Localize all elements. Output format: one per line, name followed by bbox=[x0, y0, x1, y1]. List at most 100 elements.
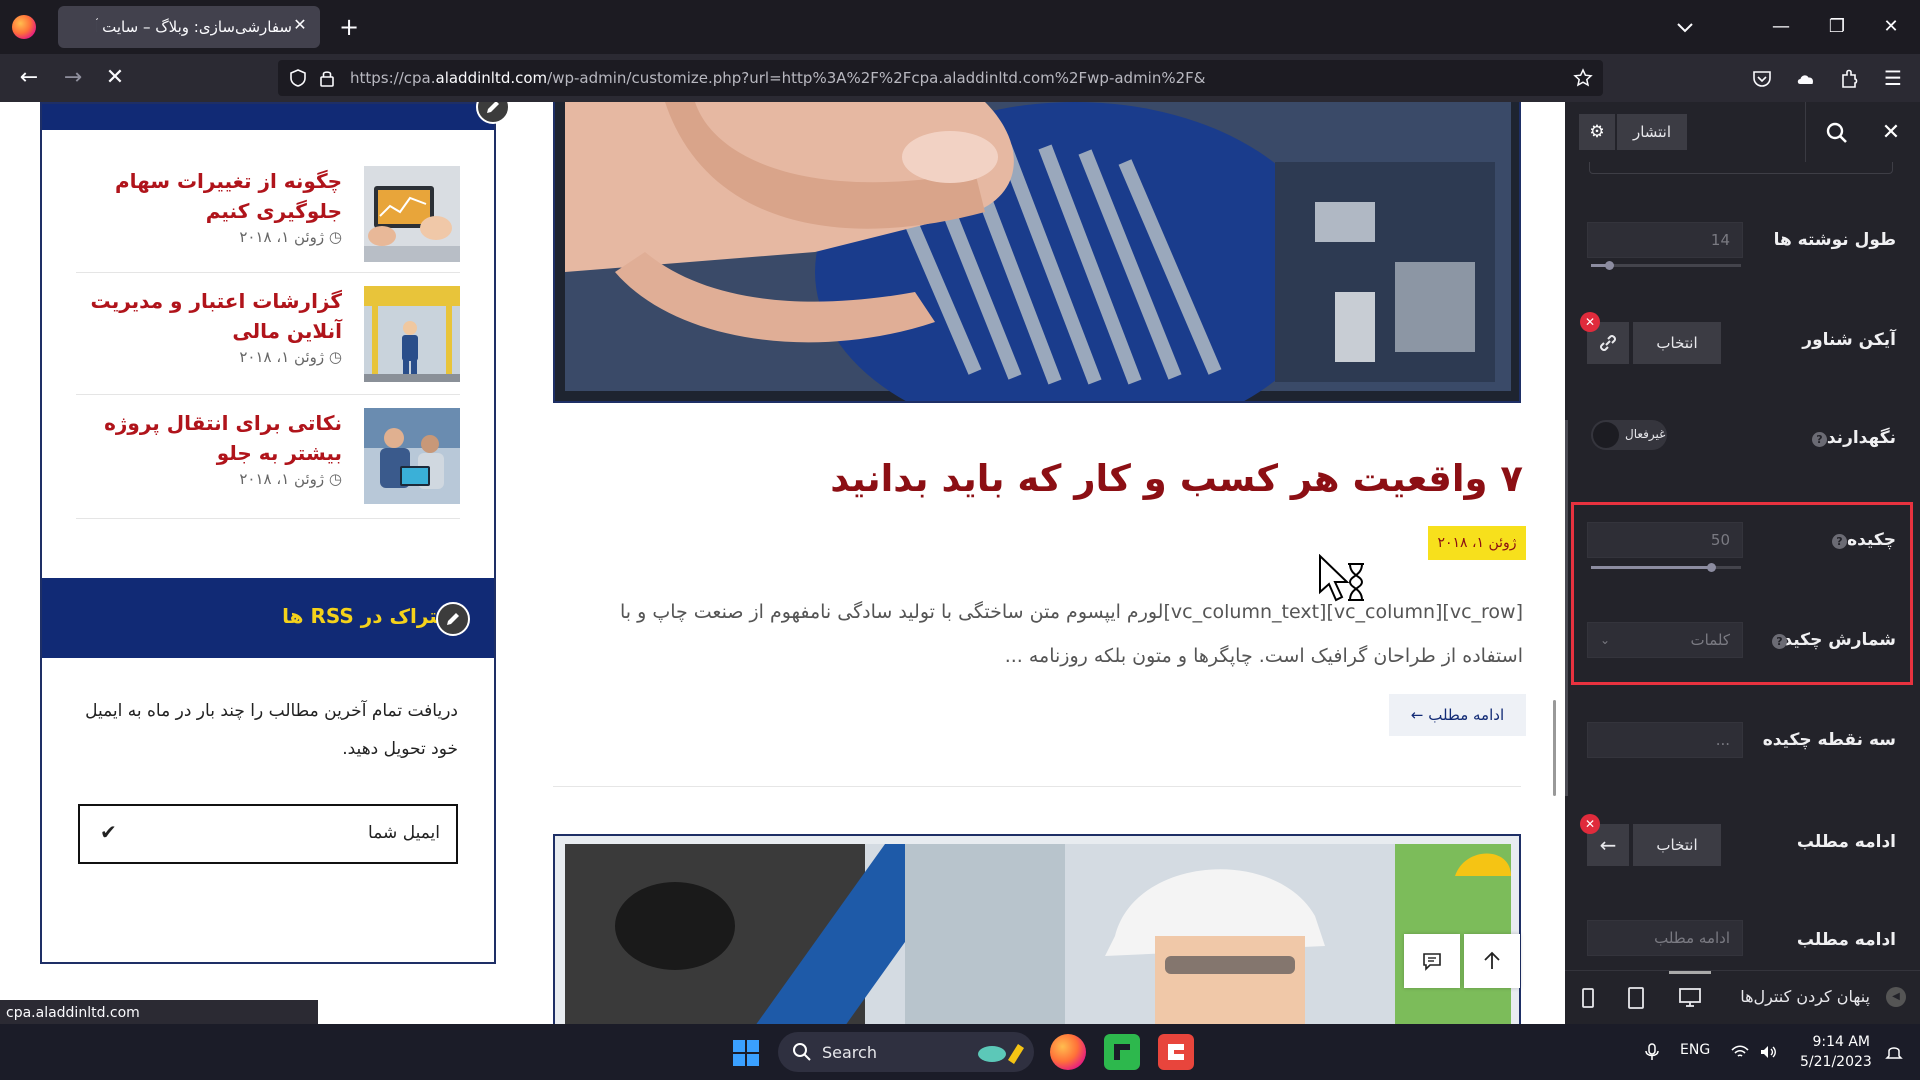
article-title[interactable]: ۷ واقعیت هر کسب و کار که باید بدانید bbox=[623, 457, 1523, 500]
notification-bell-icon[interactable] bbox=[1884, 1042, 1904, 1062]
panel-scrollbar[interactable] bbox=[1565, 420, 1568, 796]
publish-button[interactable]: انتشار bbox=[1617, 114, 1687, 150]
forward-arrow-icon[interactable]: → bbox=[58, 63, 88, 93]
restore-icon[interactable]: ❐ bbox=[1822, 12, 1852, 42]
float-icon-label: آیکن شناور bbox=[1802, 330, 1896, 350]
excerpt-length-slider[interactable] bbox=[1591, 261, 1741, 270]
article-excerpt: [vc_row][vc_column][vc_column_text]لورم … bbox=[619, 601, 1523, 667]
back-to-top-icon[interactable] bbox=[1464, 934, 1520, 988]
taskbar-search[interactable]: Search bbox=[778, 1032, 1034, 1072]
sticky-toggle[interactable]: غیرفعال bbox=[1591, 420, 1667, 450]
windows-start-icon[interactable] bbox=[732, 1039, 760, 1067]
minimize-icon[interactable]: — bbox=[1766, 12, 1796, 42]
firefox-logo-icon[interactable] bbox=[12, 15, 36, 39]
email-placeholder: ایمیل شما bbox=[368, 823, 440, 843]
close-customizer-icon[interactable]: ✕ bbox=[1878, 120, 1904, 146]
app-red-taskbar-icon[interactable] bbox=[1158, 1034, 1194, 1070]
post-date: ◷ ژوئن ۱، ۲۰۱۸ bbox=[239, 228, 342, 246]
divider bbox=[76, 518, 460, 519]
section-edge bbox=[1589, 162, 1893, 174]
wifi-icon[interactable] bbox=[1730, 1042, 1750, 1062]
microphone-icon[interactable] bbox=[1642, 1042, 1662, 1062]
lock-icon[interactable] bbox=[318, 68, 336, 88]
mobile-preview-icon[interactable] bbox=[1575, 985, 1601, 1011]
featured-image[interactable] bbox=[553, 102, 1521, 403]
email-field[interactable]: ایمیل شما ✔ bbox=[78, 804, 458, 864]
firefox-taskbar-icon[interactable] bbox=[1050, 1034, 1086, 1070]
remove-icon[interactable]: ✕ bbox=[1580, 814, 1600, 834]
rss-description: دریافت تمام آخرین مطالب را چند بار در ما… bbox=[85, 701, 458, 759]
divider bbox=[76, 394, 460, 395]
status-link-tooltip: cpa.aladdinltd.com bbox=[0, 1000, 318, 1026]
shield-icon[interactable] bbox=[288, 68, 308, 88]
collapse-icon[interactable]: ◀ bbox=[1886, 987, 1906, 1007]
check-icon[interactable]: ✔ bbox=[100, 820, 117, 844]
taskbar: Search ENG 9:14 AM 5/21/2023 bbox=[0, 1024, 1920, 1080]
divider bbox=[1805, 102, 1806, 162]
bookmark-star-icon[interactable] bbox=[1573, 68, 1593, 88]
clock[interactable]: 9:14 AM 5/21/2023 bbox=[1800, 1032, 1872, 1072]
post-date: ◷ ژوئن ۱، ۲۰۱۸ bbox=[239, 470, 342, 488]
ellipsis-input[interactable]: ... bbox=[1587, 722, 1743, 758]
rss-widget-header: اشتراک در RSS ها bbox=[42, 578, 494, 658]
search-icon[interactable] bbox=[1824, 120, 1850, 146]
active-device-indicator bbox=[1669, 971, 1711, 974]
post-title[interactable]: نکاتی برای انتقال پروژه بیشتر به جلو bbox=[72, 408, 342, 468]
customizer-footer: ◀ پنهان کردن کنترل‌ها bbox=[1565, 970, 1920, 1024]
hamburger-menu-icon[interactable]: ☰ bbox=[1878, 63, 1908, 93]
gear-icon[interactable]: ⚙ bbox=[1579, 114, 1615, 150]
search-highlight-icon bbox=[978, 1044, 1024, 1064]
edit-pencil-icon[interactable] bbox=[476, 102, 510, 124]
chat-icon[interactable] bbox=[1404, 934, 1460, 988]
ellipsis-label: سه نقطه چکیده bbox=[1762, 730, 1896, 750]
browser-tab[interactable]: سفارشی‌سازی: وبلاگ – سایت آزمایشی ✕ bbox=[58, 6, 320, 48]
slider-knob[interactable] bbox=[1605, 261, 1614, 270]
featured-image[interactable] bbox=[553, 834, 1521, 1024]
tab-bar: سفارشی‌سازی: وبلاگ – سایت آزمایشی ✕ + — … bbox=[0, 0, 1920, 54]
read-more-text-input[interactable]: ادامه مطلب bbox=[1587, 920, 1743, 956]
help-icon[interactable]: ? bbox=[1812, 432, 1827, 447]
tablet-preview-icon[interactable] bbox=[1623, 985, 1649, 1011]
post-thumbnail[interactable] bbox=[364, 286, 460, 382]
tab-close-icon[interactable]: ✕ bbox=[290, 15, 310, 35]
language-indicator[interactable]: ENG bbox=[1680, 1042, 1710, 1058]
stop-loading-icon[interactable]: ✕ bbox=[100, 63, 130, 93]
back-arrow-icon[interactable]: ← bbox=[14, 63, 44, 93]
excerpt-length-label: طول نوشته ها bbox=[1773, 230, 1896, 250]
post-title[interactable]: گزارشات اعتبار و مدیریت آنلاین مالی bbox=[72, 286, 342, 346]
list-item[interactable]: نکاتی برای انتقال پروژه بیشتر به جلو ◷ ژ… bbox=[76, 396, 460, 514]
page-scrollbar[interactable] bbox=[1553, 700, 1556, 796]
post-title[interactable]: چگونه از تغییرات سهام جلوگیری کنیم bbox=[72, 166, 342, 226]
window-close-icon[interactable]: ✕ bbox=[1876, 12, 1906, 42]
list-item[interactable]: گزارشات اعتبار و مدیریت آنلاین مالی ◷ ژو… bbox=[76, 274, 460, 392]
url-bar[interactable]: https://cpa.aladdinltd.com/wp-admin/cust… bbox=[278, 60, 1603, 96]
navigation-bar: ← → ✕ https://cpa.aladdinltd.com/wp-admi… bbox=[0, 54, 1920, 102]
chevron-down-icon[interactable] bbox=[1672, 14, 1698, 40]
toggle-state-text: غیرفعال bbox=[1625, 427, 1666, 441]
post-date: ◷ ژوئن ۱، ۲۰۱۸ bbox=[239, 348, 342, 366]
pocket-icon[interactable] bbox=[1750, 67, 1774, 91]
sticky-label: نگهدارنده bbox=[1816, 428, 1896, 448]
customizer-panel: ✕ انتشار ⚙ طول نوشته ها 14 آیکن شناور ان… bbox=[1565, 102, 1920, 1024]
app-green-taskbar-icon[interactable] bbox=[1104, 1034, 1140, 1070]
article-date-badge: ژوئن ۱، ۲۰۱۸ bbox=[1428, 526, 1526, 560]
float-icon-select-button[interactable]: انتخاب bbox=[1633, 322, 1721, 364]
taskbar-search-label: Search bbox=[822, 1043, 877, 1062]
highlight-annotation bbox=[1571, 502, 1913, 685]
url-text: https://cpa.aladdinltd.com/wp-admin/cust… bbox=[350, 69, 1206, 87]
excerpt-length-input[interactable]: 14 bbox=[1587, 222, 1743, 258]
read-more-button[interactable]: ادامه مطلب ← bbox=[1389, 694, 1526, 736]
volume-icon[interactable] bbox=[1758, 1042, 1778, 1062]
read-more-icon-select-button[interactable]: انتخاب bbox=[1633, 824, 1721, 866]
list-item[interactable]: چگونه از تغییرات سهام جلوگیری کنیم ◷ ژوئ… bbox=[76, 154, 460, 272]
extensions-puzzle-icon[interactable] bbox=[1838, 67, 1862, 91]
extension-cloud-icon[interactable] bbox=[1794, 67, 1818, 91]
edit-pencil-icon[interactable] bbox=[436, 602, 470, 636]
desktop-preview-icon[interactable] bbox=[1677, 985, 1703, 1011]
post-thumbnail[interactable] bbox=[364, 408, 460, 504]
post-thumbnail[interactable] bbox=[364, 166, 460, 262]
hide-controls-button[interactable]: پنهان کردن کنترل‌ها bbox=[1740, 987, 1870, 1006]
remove-icon[interactable]: ✕ bbox=[1580, 312, 1600, 332]
new-tab-button[interactable]: + bbox=[336, 12, 362, 42]
read-more-text-label: ادامه مطلب bbox=[1796, 930, 1896, 950]
